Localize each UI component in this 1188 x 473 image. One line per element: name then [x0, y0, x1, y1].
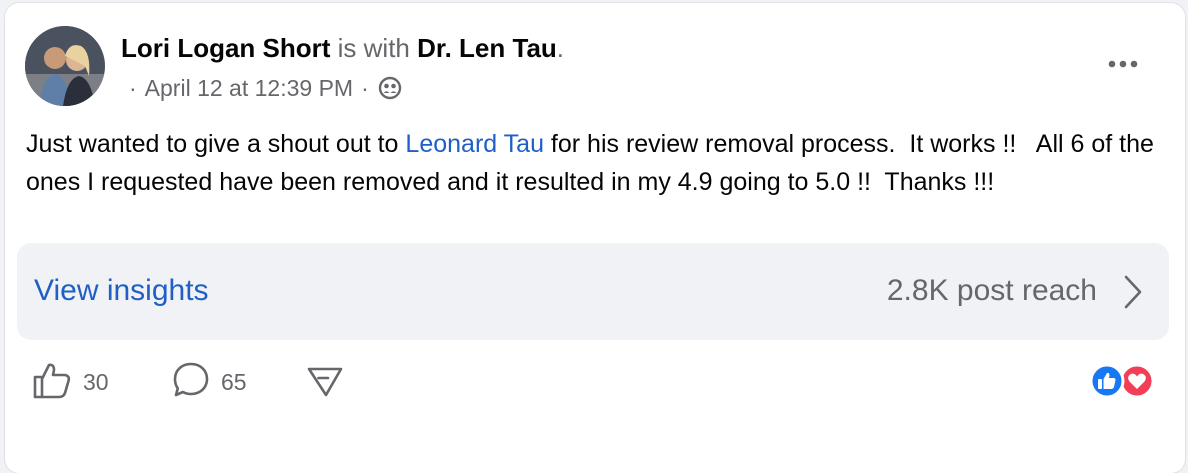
comment-icon — [171, 360, 211, 405]
comment-count: 65 — [221, 368, 247, 395]
author-line: Lori Logan Short is with Dr. Len Tau. — [121, 31, 564, 65]
share-button[interactable] — [305, 361, 345, 403]
avatar[interactable] — [25, 26, 105, 106]
friends-icon[interactable] — [377, 75, 403, 101]
with-text: is with — [337, 33, 410, 63]
share-icon — [305, 360, 345, 405]
meta-separator: · — [361, 75, 369, 101]
more-horizontal-icon — [1108, 55, 1138, 73]
more-options-button[interactable] — [1103, 49, 1143, 79]
love-reaction-icon — [1119, 363, 1155, 399]
like-reaction-icon — [1089, 363, 1125, 399]
tagged-period: . — [556, 33, 565, 63]
post-card: Lori Logan Short is with Dr. Len Tau. · … — [5, 3, 1185, 473]
post-text-part1: Just wanted to give a shout out to — [26, 130, 406, 158]
author-name[interactable]: Lori Logan Short — [121, 33, 330, 63]
chevron-right-icon — [1119, 273, 1147, 311]
like-button[interactable]: 30 — [31, 361, 109, 403]
like-count: 30 — [83, 368, 109, 395]
post-body: Just wanted to give a shout out to Leona… — [26, 125, 1166, 201]
view-insights-link[interactable]: View insights — [34, 273, 209, 309]
reaction-summary[interactable] — [1085, 361, 1165, 401]
comment-button[interactable]: 65 — [171, 361, 247, 403]
meta-separator: · — [129, 75, 137, 101]
post-meta: · April 12 at 12:39 PM · — [129, 73, 403, 103]
post-reach: 2.8K post reach — [886, 274, 1097, 307]
tagged-user[interactable]: Dr. Len Tau — [417, 33, 557, 63]
mention-link[interactable]: Leonard Tau — [405, 130, 544, 158]
thumbs-up-icon — [31, 360, 73, 405]
post-timestamp[interactable]: April 12 at 12:39 PM — [145, 73, 353, 103]
view-insights-bar[interactable]: View insights 2.8K post reach — [17, 243, 1169, 340]
